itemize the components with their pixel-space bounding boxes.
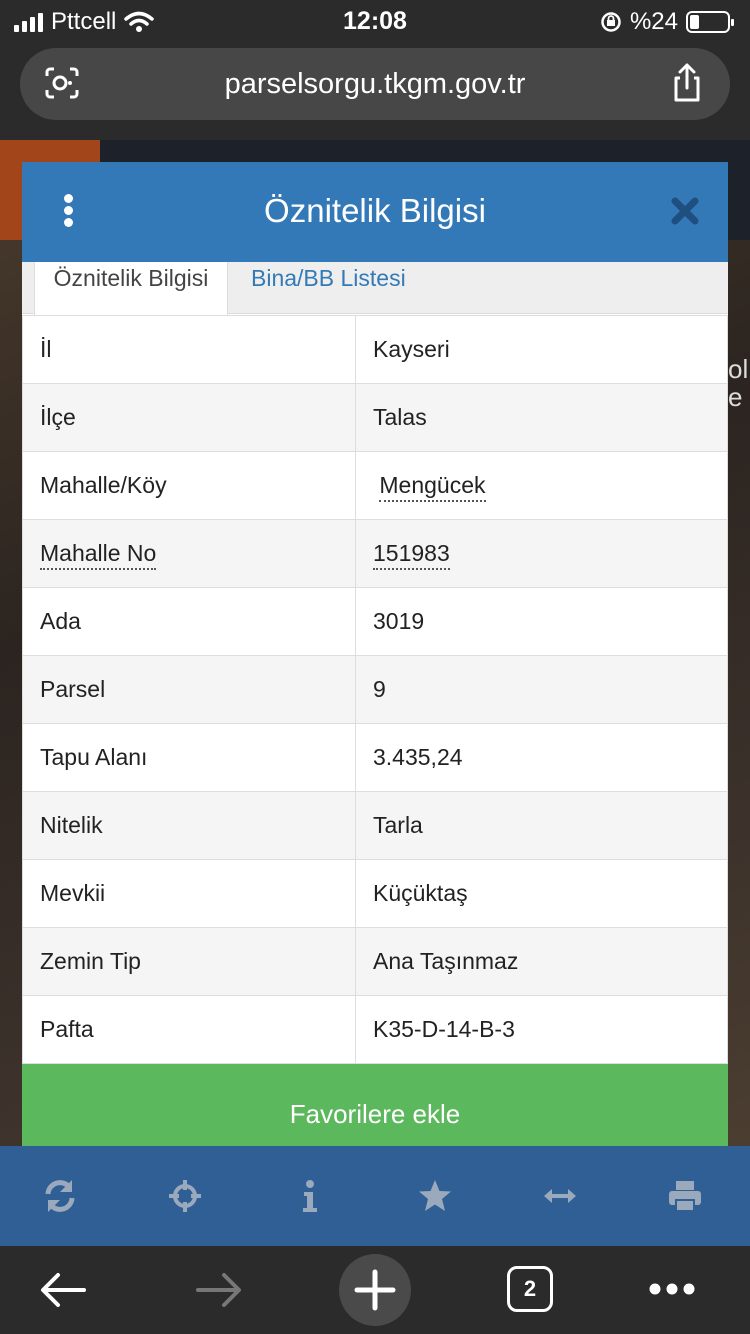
star-icon[interactable] xyxy=(417,1178,453,1214)
back-arrow-icon[interactable] xyxy=(40,1272,86,1308)
modal-title: Öznitelik Bilgisi xyxy=(264,192,486,229)
neighborhood-no-tooltip-label[interactable]: Mahalle No xyxy=(40,540,157,570)
table-row: Parsel 9 xyxy=(22,655,728,724)
forward-arrow-icon[interactable] xyxy=(196,1272,242,1308)
row-key: Pafta xyxy=(22,995,356,1064)
share-icon[interactable] xyxy=(670,62,704,104)
row-key: Tapu Alanı xyxy=(22,723,356,792)
neighborhood-tooltip-value[interactable]: Mengücek xyxy=(379,472,486,502)
row-key: Ada xyxy=(22,587,356,656)
table-row: Nitelik Tarla xyxy=(22,791,728,860)
status-right: %24 xyxy=(600,8,734,36)
measure-icon[interactable] xyxy=(542,1178,578,1214)
row-key: İl xyxy=(22,315,356,384)
modal-tabs: Öznitelik Bilgisi Bina/BB Listesi xyxy=(22,262,728,315)
row-key: Nitelik xyxy=(22,791,356,860)
row-key: Parsel xyxy=(22,655,356,724)
row-value-cell: Mengücek xyxy=(355,451,728,520)
row-value: Talas xyxy=(355,383,728,452)
browser-top-chrome: Pttcell 12:08 %24 parselsorgu.tkgm.gov.t… xyxy=(0,0,750,140)
status-bar: Pttcell 12:08 %24 xyxy=(0,0,750,44)
row-value: K35-D-14-B-3 xyxy=(355,995,728,1064)
new-tab-plus-icon xyxy=(354,1269,396,1311)
new-tab-button[interactable] xyxy=(339,1254,411,1326)
row-key: İlçe xyxy=(22,383,356,452)
map-edge-text: ol e xyxy=(728,355,749,411)
more-icon[interactable] xyxy=(648,1282,696,1296)
print-icon[interactable] xyxy=(667,1178,703,1214)
table-row: Zemin Tip Ana Taşınmaz xyxy=(22,927,728,996)
tabs-icon[interactable]: 2 xyxy=(507,1266,553,1312)
table-row: Mahalle/Köy Mengücek xyxy=(22,451,728,520)
row-key-cell: Mahalle No xyxy=(22,519,356,588)
neighborhood-no-tooltip-value[interactable]: 151983 xyxy=(373,540,450,570)
row-value: Ana Taşınmaz xyxy=(355,927,728,996)
battery-percent: %24 xyxy=(629,8,678,35)
tab-building-list[interactable]: Bina/BB Listesi xyxy=(251,262,406,314)
modal-header: Öznitelik Bilgisi xyxy=(22,162,728,262)
tab-attribute-info[interactable]: Öznitelik Bilgisi xyxy=(34,262,228,315)
rotation-lock-icon xyxy=(601,12,621,32)
table-row: Mevkii Küçüktaş xyxy=(22,859,728,928)
row-key: Mahalle/Köy xyxy=(22,451,356,520)
row-value: Tarla xyxy=(355,791,728,860)
row-value: 9 xyxy=(355,655,728,724)
table-row: İlçe Talas xyxy=(22,383,728,452)
battery-icon xyxy=(686,11,734,33)
info-icon[interactable] xyxy=(292,1178,328,1214)
refresh-icon[interactable] xyxy=(42,1178,78,1214)
browser-bottom-bar: 2 xyxy=(0,1246,750,1334)
row-key: Zemin Tip xyxy=(22,927,356,996)
row-value: Kayseri xyxy=(355,315,728,384)
table-row: Tapu Alanı 3.435,24 xyxy=(22,723,728,792)
table-row: Pafta K35-D-14-B-3 xyxy=(22,995,728,1064)
row-value-cell: 151983 xyxy=(355,519,728,588)
attribute-table: İl Kayseri İlçe Talas Mahalle/Köy Mengücek… xyxy=(22,315,728,1064)
table-row: Mahalle No 151983 xyxy=(22,519,728,588)
row-value: 3019 xyxy=(355,587,728,656)
url-text[interactable]: parselsorgu.tkgm.gov.tr xyxy=(20,68,730,101)
address-bar[interactable]: parselsorgu.tkgm.gov.tr xyxy=(20,48,730,120)
table-row: Ada 3019 xyxy=(22,587,728,656)
row-value: 3.435,24 xyxy=(355,723,728,792)
close-icon[interactable] xyxy=(670,196,700,226)
attribute-info-modal: Öznitelik Bilgisi Öznitelik Bilgisi Bina… xyxy=(22,162,728,1164)
row-key: Mevkii xyxy=(22,859,356,928)
row-value: Küçüktaş xyxy=(355,859,728,928)
crosshair-icon[interactable] xyxy=(167,1178,203,1214)
map-toolbar xyxy=(0,1146,750,1246)
table-row: İl Kayseri xyxy=(22,315,728,384)
